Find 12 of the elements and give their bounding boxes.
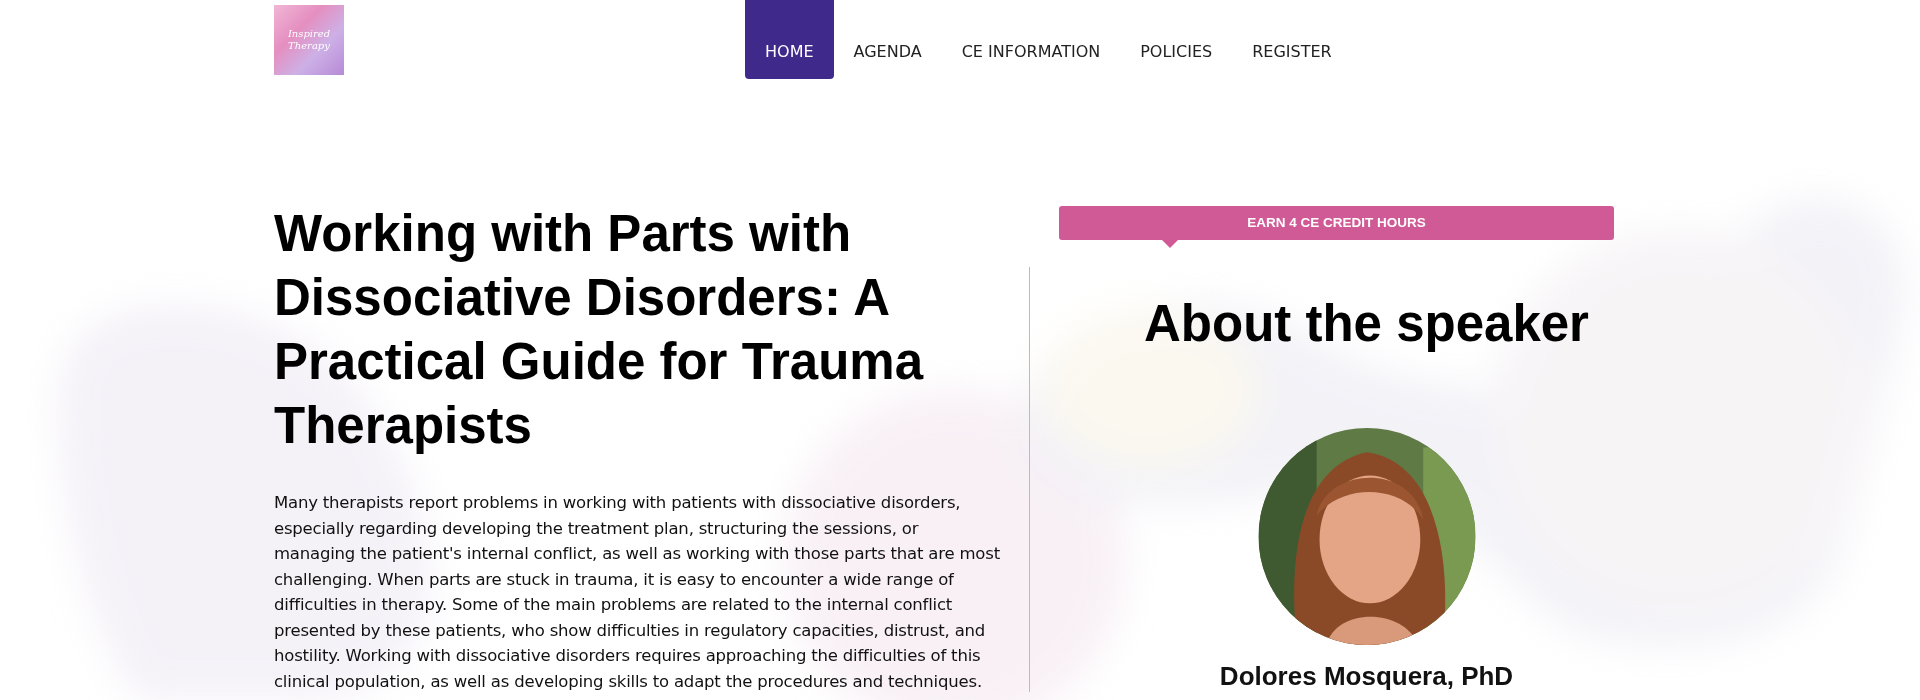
logo-text: Inspired Therapy bbox=[286, 28, 332, 52]
nav-tab[interactable]: POLICIES bbox=[1120, 0, 1233, 79]
section-heading: About the speaker bbox=[1144, 294, 1589, 354]
nav-tab[interactable]: HOME bbox=[745, 0, 834, 79]
nav-tab[interactable]: REGISTER bbox=[1232, 0, 1352, 79]
nav-tab[interactable]: CE INFORMATION bbox=[941, 0, 1121, 79]
banner-pointer bbox=[1162, 240, 1178, 248]
credit-banner: EARN 4 CE CREDIT HOURS bbox=[1059, 206, 1614, 240]
page-title: Working with Parts with Dissociative Disorders: A Practical Guide for Trauma Therapists bbox=[274, 204, 924, 456]
description-paragraph: Many therapists report problems in working with patients with dissociative disorders, especially regarding developing the treatment plan, structuring the sessions, or managing the patient's internal conflict, as well as working with those parts that are most challenging. When parts are stuck in trauma, it is easy to encounter a wide range of difficulties in therapy. Some of the main problems are related to the internal conflict presented by these patients, who show difficulties in regulatory capacities, distrust, and hostility. Working with dissociative disorders requires approaching the difficulties of this clinical population, as well as developing skills to adapt the procedures and techniques. bbox=[274, 492, 1001, 693]
nav-tab[interactable]: AGENDA bbox=[833, 0, 942, 79]
speaker-name: Dolores Mosquera, PhD bbox=[1219, 660, 1514, 692]
